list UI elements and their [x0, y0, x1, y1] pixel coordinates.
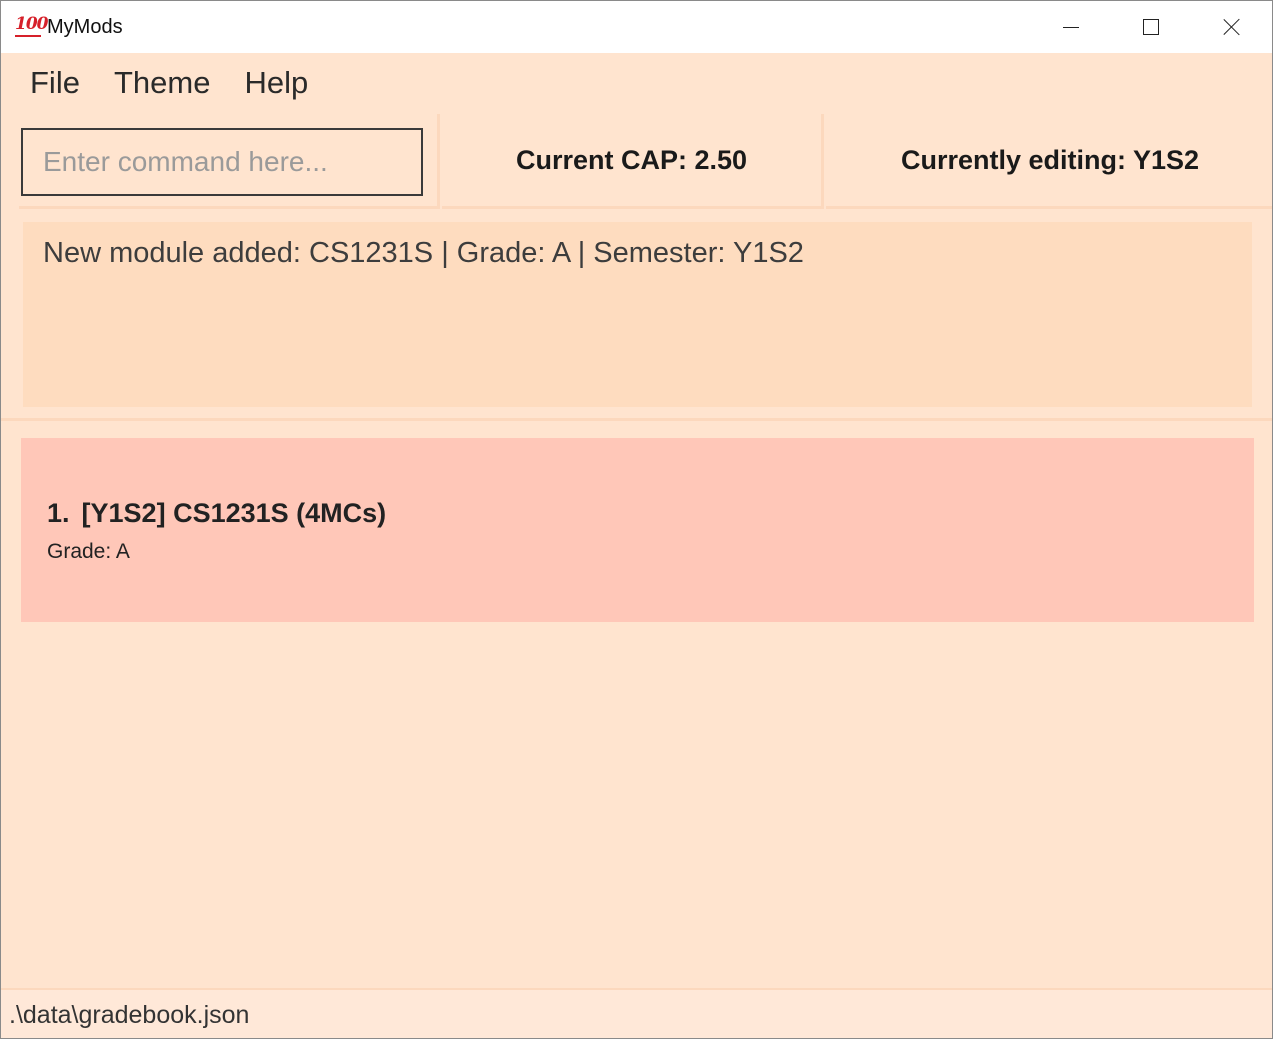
module-list[interactable]: 1. [Y1S2] CS1231S (4MCs) Grade: A [21, 438, 1254, 622]
hundred-points-icon: 100 [15, 13, 49, 37]
current-semester-display: Currently editing: Y1S2 [826, 114, 1272, 209]
command-row: Current CAP: 2.50 Currently editing: Y1S… [1, 114, 1272, 209]
module-title: 1. [Y1S2] CS1231S (4MCs) [47, 498, 386, 529]
result-panel: New module added: CS1231S | Grade: A | S… [1, 209, 1272, 421]
module-card[interactable]: 1. [Y1S2] CS1231S (4MCs) Grade: A [21, 438, 1254, 622]
command-box [19, 114, 440, 209]
minimize-button[interactable] [1031, 1, 1111, 53]
minimize-icon [1063, 26, 1079, 28]
cap-display: Current CAP: 2.50 [442, 114, 824, 209]
menu-theme[interactable]: Theme [97, 65, 227, 101]
module-index: 1. [47, 498, 70, 528]
title-bar[interactable]: 100 MyMods [1, 1, 1272, 53]
app-window: 100 MyMods File Theme Help Current CAP: … [0, 0, 1273, 1039]
maximize-button[interactable] [1111, 1, 1191, 53]
close-button[interactable] [1192, 1, 1272, 53]
save-location: .\data\gradebook.json [9, 1001, 250, 1029]
maximize-icon [1143, 19, 1159, 35]
command-input[interactable] [21, 128, 423, 196]
module-grade: Grade: A [47, 540, 130, 563]
menu-file[interactable]: File [13, 65, 97, 101]
menu-bar: File Theme Help [1, 53, 1272, 113]
result-display: New module added: CS1231S | Grade: A | S… [23, 222, 1252, 407]
close-icon [1223, 18, 1241, 36]
menu-help[interactable]: Help [227, 65, 325, 101]
window-title: MyMods [47, 16, 123, 38]
module-name: [Y1S2] CS1231S (4MCs) [81, 498, 387, 528]
status-bar: .\data\gradebook.json [1, 988, 1272, 1038]
